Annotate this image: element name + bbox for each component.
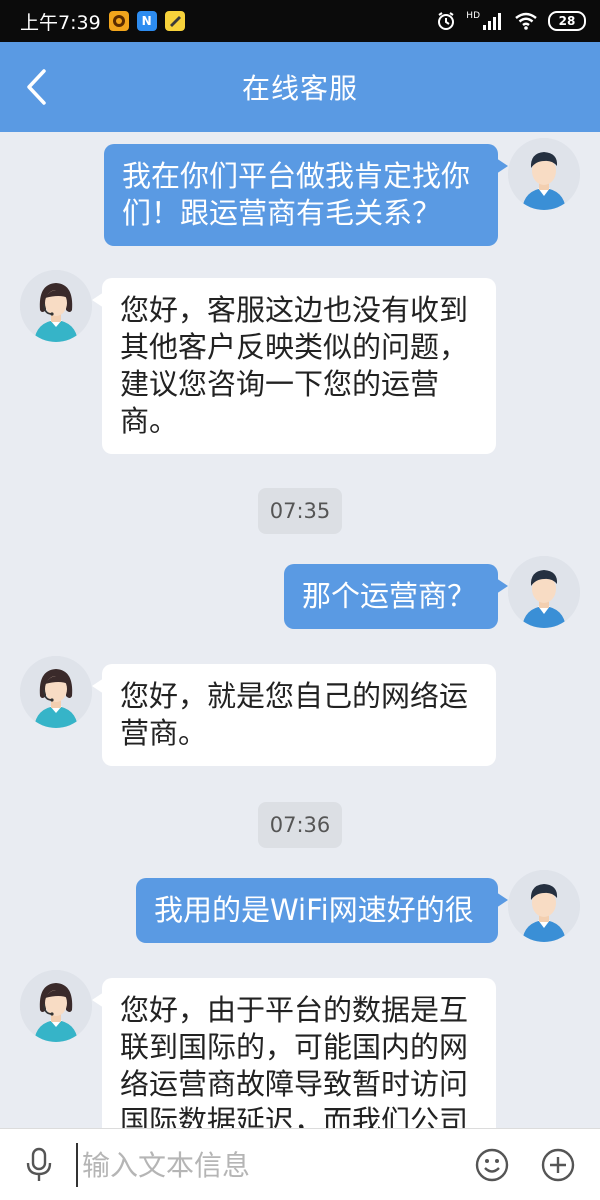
agent-avatar[interactable]	[20, 270, 92, 342]
status-left: 上午7:39 N	[20, 8, 185, 35]
agent-avatar[interactable]	[20, 970, 92, 1042]
note-app-icon	[164, 11, 185, 31]
status-right: HD 28	[436, 11, 586, 31]
microphone-icon	[26, 1147, 52, 1181]
plus-icon	[541, 1148, 575, 1182]
user-message-bubble[interactable]: 我在你们平台做我肯定找你们！跟运营商有毛关系？	[104, 144, 508, 246]
signal-icon: HD	[466, 12, 504, 30]
alarm-icon	[436, 11, 456, 31]
voice-input-button[interactable]	[22, 1147, 56, 1183]
user-avatar[interactable]	[508, 138, 580, 210]
agent-avatar[interactable]	[20, 656, 92, 728]
message-text-input[interactable]	[76, 1143, 456, 1187]
status-bar: 上午7:39 N HD 28	[0, 0, 600, 42]
back-button[interactable]	[18, 66, 54, 108]
wifi-icon	[514, 12, 538, 30]
message-input-bar	[0, 1128, 600, 1200]
chat-header: 在线客服	[0, 42, 600, 132]
page-title: 在线客服	[241, 72, 358, 105]
news-app-icon: N	[136, 11, 157, 31]
signal-hd-label: HD	[466, 11, 480, 21]
chat-message-list[interactable]: 我在你们平台做我肯定找你们！跟运营商有毛关系？ 您好，客服这边也没有收到其他客户…	[0, 132, 600, 1128]
timestamp-chip: 07:35	[258, 488, 342, 534]
agent-message-bubble[interactable]: 您好，客服这边也没有收到其他客户反映类似的问题，建议您咨询一下您的运营商。	[92, 278, 496, 454]
user-avatar[interactable]	[508, 870, 580, 942]
chevron-left-icon	[27, 69, 46, 105]
user-avatar[interactable]	[508, 556, 580, 628]
agent-message-bubble[interactable]: 您好，就是您自己的网络运营商。	[92, 664, 496, 766]
emoji-button[interactable]	[474, 1147, 510, 1183]
battery-indicator: 28	[548, 11, 586, 31]
user-message-bubble[interactable]: 我用的是WiFi网速好的很	[136, 878, 508, 943]
timestamp-chip: 07:36	[258, 802, 342, 848]
status-time: 上午7:39	[20, 11, 101, 34]
more-options-button[interactable]	[540, 1147, 576, 1183]
smiley-icon	[475, 1148, 509, 1182]
user-message-bubble[interactable]: 那个运营商？	[284, 564, 508, 629]
app-notification-icon	[108, 11, 129, 31]
agent-message-bubble[interactable]: 您好，由于平台的数据是互联到国际的，可能国内的网络运营商故障导致暂时访问国际数据…	[92, 978, 496, 1128]
